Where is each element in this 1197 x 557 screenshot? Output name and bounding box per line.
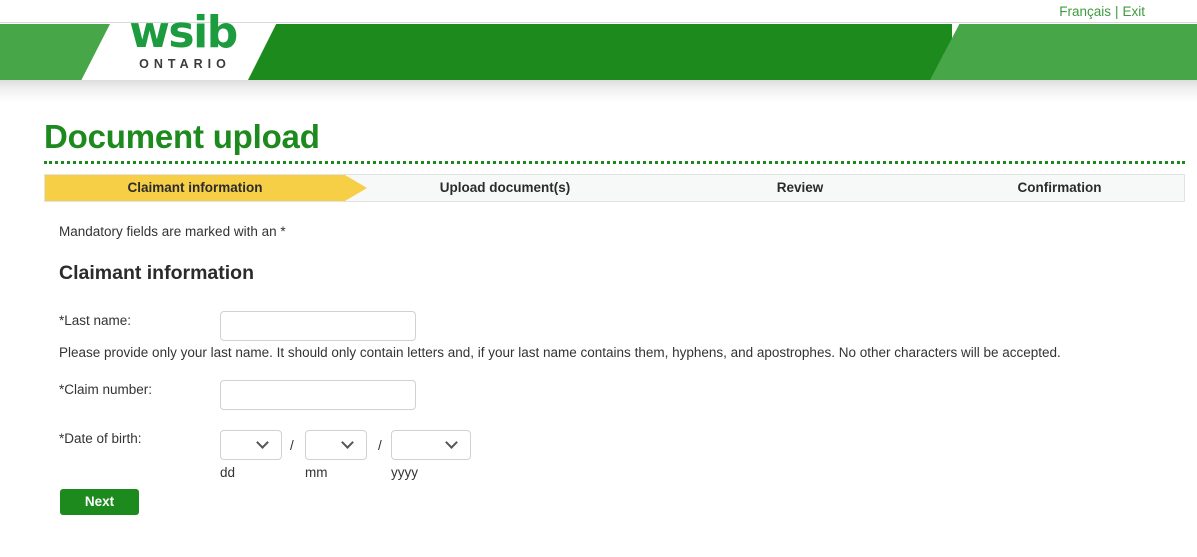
dob-separator-1: /	[290, 438, 294, 453]
dob-year-hint: yyyy	[391, 465, 418, 480]
step-confirmation[interactable]: Confirmation	[935, 175, 1184, 201]
step-upload-documents[interactable]: Upload document(s)	[345, 175, 665, 201]
wsib-wordmark: wsib	[129, 7, 238, 58]
title-dotted-rule	[44, 161, 1185, 164]
dob-month-hint: mm	[305, 465, 328, 480]
date-of-birth-month-select[interactable]	[305, 430, 367, 460]
section-title-claimant-information: Claimant information	[59, 262, 255, 284]
topbar-separator: |	[1114, 3, 1119, 19]
page-title: Document upload	[44, 118, 320, 155]
date-of-birth-day-select[interactable]	[220, 430, 282, 460]
step-claimant-information[interactable]: Claimant information	[45, 175, 345, 201]
date-of-birth-label: *Date of birth:	[59, 431, 142, 446]
last-name-input[interactable]	[220, 311, 416, 341]
wsib-subtitle: ONTARIO	[139, 57, 231, 71]
banner-band-middle	[248, 24, 952, 80]
step-review[interactable]: Review	[665, 175, 935, 201]
banner-shadow	[0, 80, 1197, 102]
last-name-help-text: Please provide only your last name. It s…	[59, 345, 1061, 360]
mandatory-fields-note: Mandatory fields are marked with an *	[59, 224, 286, 239]
progress-steps: Claimant information Upload document(s) …	[44, 174, 1185, 202]
exit-link[interactable]: Exit	[1122, 4, 1145, 19]
claim-number-input[interactable]	[220, 380, 416, 410]
francais-language-link[interactable]: Français	[1059, 4, 1111, 19]
date-of-birth-year-select[interactable]	[391, 430, 471, 460]
last-name-label: *Last name:	[59, 313, 132, 328]
claim-number-label: *Claim number:	[59, 382, 153, 397]
banner-band-right	[930, 24, 1197, 80]
banner-band-left	[0, 24, 110, 80]
document-upload-page: Français | Exit wsib ONTARIO Document up…	[0, 0, 1197, 557]
wsib-logo[interactable]: wsib ONTARIO	[108, 10, 258, 82]
dob-day-hint: dd	[220, 465, 236, 480]
dob-separator-2: /	[378, 438, 382, 453]
next-button[interactable]: Next	[60, 489, 139, 515]
